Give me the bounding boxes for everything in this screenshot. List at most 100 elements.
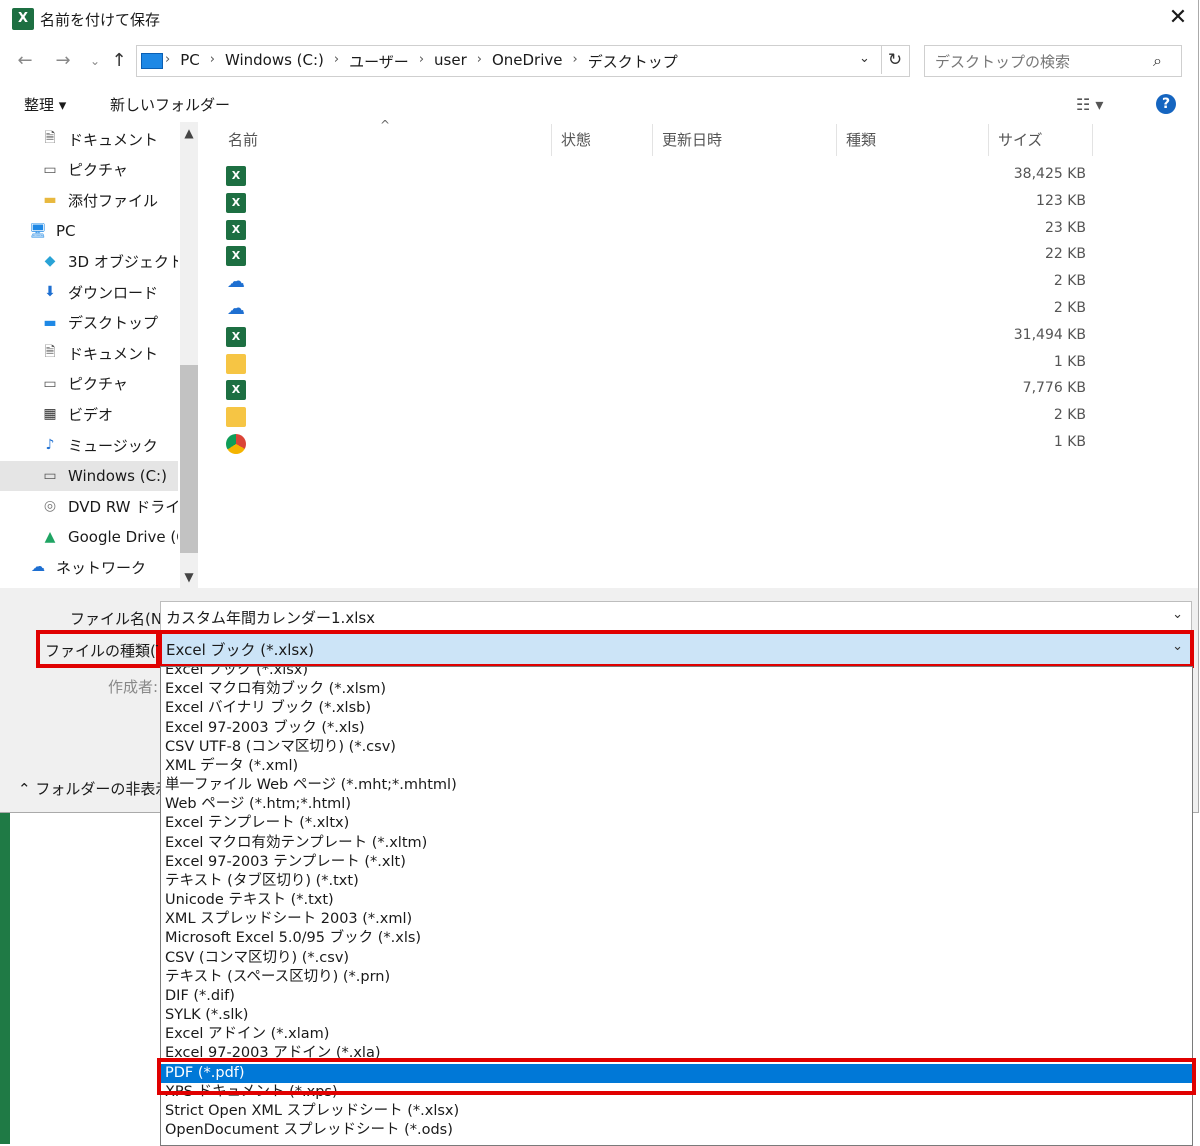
filetype-option[interactable]: CSV (コンマ区切り) (*.csv) [165, 949, 1185, 968]
breadcrumb-item[interactable]: デスクトップ [578, 51, 688, 71]
nav-item[interactable]: ▭ Windows (C:) [0, 460, 178, 491]
music-icon: ♪ [45, 437, 55, 453]
scroll-up-icon[interactable]: ▲ [180, 126, 198, 140]
nav-item[interactable]: ▭ ピクチャ [0, 155, 178, 185]
file-row[interactable]: X 7,776 KB [226, 377, 1086, 403]
file-row[interactable]: X 123 KB [226, 190, 1086, 216]
column-header-modified[interactable]: 更新日時 [662, 130, 722, 156]
nav-item[interactable]: ▬ 添付ファイル [0, 185, 178, 215]
help-icon[interactable]: ? [1156, 94, 1176, 114]
organize-button[interactable]: 整理 ▾ [24, 94, 66, 115]
filetype-option[interactable]: DIF (*.dif) [165, 987, 1185, 1006]
file-row[interactable]: 1 KB [226, 351, 1086, 377]
file-row[interactable]: X 22 KB [226, 243, 1086, 269]
hide-folders-button[interactable]: ⌃ フォルダーの非表示 [18, 778, 170, 799]
filetype-option[interactable]: Unicode テキスト (*.txt) [165, 891, 1185, 910]
search-icon[interactable]: ⌕ [1153, 51, 1162, 71]
nav-item[interactable]: ♪ ミュージック [0, 430, 178, 460]
nav-item[interactable]: ◆ 3D オブジェクト [0, 246, 178, 276]
forward-arrow-icon[interactable]: → [52, 48, 74, 74]
nav-item[interactable]: 🖥 PC [0, 216, 178, 246]
nav-item-label: ミュージック [68, 436, 158, 455]
file-row[interactable]: ☁ 2 KB [226, 270, 1086, 296]
column-divider[interactable] [836, 124, 837, 156]
file-row[interactable]: 2 KB [226, 404, 1086, 430]
nav-item[interactable]: 🗎 ドキュメント [0, 338, 178, 368]
nav-item[interactable]: ▬ デスクトップ [0, 308, 178, 338]
filetype-option[interactable]: Excel マクロ有効テンプレート (*.xltm) [165, 834, 1185, 853]
filetype-option[interactable]: Excel マクロ有効ブック (*.xlsm) [165, 680, 1185, 699]
filetype-option[interactable]: 単一ファイル Web ページ (*.mht;*.mhtml) [165, 776, 1185, 795]
nav-item[interactable]: ⬇ ダウンロード [0, 277, 178, 307]
filetype-option[interactable]: Excel ブック (*.xlsx) [165, 667, 1185, 680]
scroll-down-icon[interactable]: ▼ [180, 570, 198, 584]
new-folder-button[interactable]: 新しいフォルダー [110, 94, 230, 115]
search-input[interactable]: デスクトップの検索 [935, 51, 1070, 72]
search-box[interactable]: デスクトップの検索 ⌕ [924, 45, 1182, 77]
up-arrow-icon[interactable]: ↑ [108, 48, 130, 74]
file-row[interactable]: ☁ 2 KB [226, 297, 1086, 323]
nav-item[interactable]: ☁ ネットワーク [0, 552, 178, 582]
filename-dropdown-icon[interactable]: ⌄ [1172, 607, 1183, 622]
filetype-option[interactable]: XML スプレッドシート 2003 (*.xml) [165, 910, 1185, 929]
nav-item-label: ピクチャ [68, 375, 128, 394]
filetype-option[interactable]: OpenDocument スプレッドシート (*.ods) [165, 1121, 1185, 1140]
column-divider[interactable] [652, 124, 653, 156]
filetype-option[interactable]: テキスト (タブ区切り) (*.txt) [165, 872, 1185, 891]
download-icon: ⬇ [44, 284, 56, 300]
close-button[interactable]: ✕ [1166, 5, 1190, 31]
filetype-option[interactable]: Excel バイナリ ブック (*.xlsb) [165, 699, 1185, 718]
file-row[interactable]: X 38,425 KB [226, 163, 1086, 189]
nav-item-label: 3D オブジェクト [68, 252, 178, 271]
filetype-option[interactable]: テキスト (スペース区切り) (*.prn) [165, 968, 1185, 987]
filetype-option[interactable]: Excel テンプレート (*.xltx) [165, 814, 1185, 833]
filetype-option[interactable]: XML データ (*.xml) [165, 757, 1185, 776]
recent-locations-chevron-icon[interactable]: ⌄ [84, 48, 106, 74]
dvd-icon: ◎ [43, 498, 57, 515]
address-bar[interactable]: › PC › Windows (C:) › ユーザー › user › OneDrive › デスクト… [136, 45, 910, 77]
filetype-option[interactable]: Excel アドイン (*.xlam) [165, 1025, 1185, 1044]
breadcrumb-item[interactable]: user [424, 51, 477, 71]
filename-value[interactable]: カスタム年間カレンダー1.xlsx [166, 607, 375, 628]
column-divider[interactable] [551, 124, 552, 156]
file-row[interactable]: X 31,494 KB [226, 324, 1086, 350]
shortcut-folder-icon [226, 407, 246, 428]
nav-scrollbar-thumb[interactable] [180, 365, 198, 553]
filetype-option[interactable]: Strict Open XML スプレッドシート (*.xlsx) [165, 1102, 1185, 1121]
nav-item[interactable]: 🗎 ドキュメント [0, 124, 178, 154]
command-bar: 整理 ▾ 新しいフォルダー ☷ ▾ ? [0, 88, 1198, 120]
breadcrumb-item[interactable]: ユーザー [339, 51, 419, 71]
filetype-option[interactable]: Web ページ (*.htm;*.html) [165, 795, 1185, 814]
filetype-option[interactable]: Microsoft Excel 5.0/95 ブック (*.xls) [165, 929, 1185, 948]
nav-item[interactable]: ▲ Google Drive (G: [0, 522, 178, 552]
nav-item[interactable]: ▭ ピクチャ [0, 369, 178, 399]
filetype-option[interactable]: SYLK (*.slk) [165, 1006, 1185, 1025]
filetype-option[interactable]: Excel 97-2003 ブック (*.xls) [165, 719, 1185, 738]
column-header-type[interactable]: 種類 [846, 130, 876, 156]
file-size: 1 KB [1053, 434, 1086, 450]
column-header-status[interactable]: 状態 [561, 130, 591, 156]
nav-item[interactable]: ▦ ビデオ [0, 399, 178, 429]
column-header-size[interactable]: サイズ [998, 130, 1043, 156]
breadcrumb-item[interactable]: Windows (C:) [215, 51, 334, 71]
filename-label: ファイル名(N): [70, 610, 173, 628]
address-dropdown-icon[interactable]: ⌄ [859, 51, 870, 66]
onedrive-file-icon: ☁ [226, 298, 246, 320]
nav-item[interactable]: ◎ DVD RW ドライブ ( [0, 491, 178, 521]
breadcrumb-item[interactable]: OneDrive [482, 51, 573, 71]
column-divider[interactable] [1092, 124, 1093, 156]
column-divider[interactable] [988, 124, 989, 156]
refresh-icon[interactable]: ↻ [881, 46, 908, 74]
filetype-option[interactable]: Excel 97-2003 テンプレート (*.xlt) [165, 853, 1185, 872]
breadcrumb-item[interactable]: PC [170, 51, 210, 71]
file-size: 22 KB [1044, 246, 1086, 263]
file-row[interactable]: X 23 KB [226, 217, 1086, 243]
folder-icon: ▬ [43, 192, 57, 209]
filename-field[interactable]: カスタム年間カレンダー1.xlsx ⌄ [160, 601, 1192, 633]
file-row[interactable]: 1 KB [226, 431, 1086, 457]
filetype-option[interactable]: CSV UTF-8 (コンマ区切り) (*.csv) [165, 738, 1185, 757]
column-header-name[interactable]: 名前 [228, 130, 258, 156]
back-arrow-icon[interactable]: ← [14, 48, 36, 74]
view-options-icon[interactable]: ☷ ▾ [1076, 95, 1103, 114]
dialog-title: 名前を付けて保存 [40, 11, 161, 29]
